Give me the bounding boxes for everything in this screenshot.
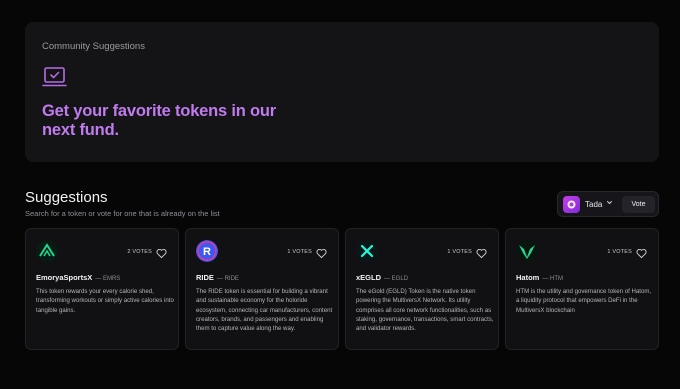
token-card-htm[interactable]: 1 VOTES Hatom — HTM HTM is the utility an… [505,228,659,350]
banner-label: Community Suggestions [42,41,145,52]
token-name: Hatom — HTM [516,273,564,282]
token-description: The eGold (EGLD) Token is the native tok… [356,288,494,333]
vote-panel: Tada Vote [557,191,659,217]
egld-logo-icon [356,240,378,262]
chevron-down-icon[interactable] [606,199,613,208]
heart-icon[interactable] [476,246,487,259]
ride-logo-icon: R [196,240,218,262]
heart-icon[interactable] [156,246,167,259]
token-ticker: — EGLD [384,276,409,282]
token-name: EmoryaSportsX — EMRS [36,273,121,282]
suggestions-subtitle: Search for a token or vote for one that … [25,209,220,218]
token-card-ride[interactable]: R 1 VOTES RIDE — RIDE The RIDE token is e… [185,228,339,350]
heart-icon[interactable] [636,246,647,259]
token-name: xEGLD — EGLD [356,273,409,282]
user-name[interactable]: Tada [585,200,602,209]
heart-icon[interactable] [316,246,327,259]
vote-count: 2 VOTES [127,249,152,255]
token-description: This token rewards your every calorie sh… [36,288,174,314]
svg-text:R: R [203,246,211,258]
vote-count: 1 VOTES [447,249,472,255]
vote-count: 1 VOTES [607,249,632,255]
token-card-emrs[interactable]: 2 VOTES EmoryaSportsX — EMRS This token r… [25,228,179,350]
laptop-check-icon [42,66,68,90]
user-avatar[interactable] [563,196,580,213]
token-ticker: — EMRS [95,276,121,282]
vote-button[interactable]: Vote [622,196,655,213]
token-ticker: — RIDE [216,276,239,282]
community-suggestions-banner: Community Suggestions Get your favorite … [25,22,659,162]
suggestions-title: Suggestions [25,189,108,206]
vote-count: 1 VOTES [287,249,312,255]
banner-title: Get your favorite tokens in our next fun… [42,102,277,139]
emrs-logo-icon [36,240,58,262]
token-name: RIDE — RIDE [196,273,239,282]
token-description: HTM is the utility and governance token … [516,288,652,314]
hatom-logo-icon [516,240,538,262]
token-description: The RIDE token is essential for building… [196,288,333,333]
user-avatar-icon [567,200,576,209]
token-ticker: — HTM [542,276,564,282]
token-card-egld[interactable]: 1 VOTES xEGLD — EGLD The eGold (EGLD) Tok… [345,228,499,350]
